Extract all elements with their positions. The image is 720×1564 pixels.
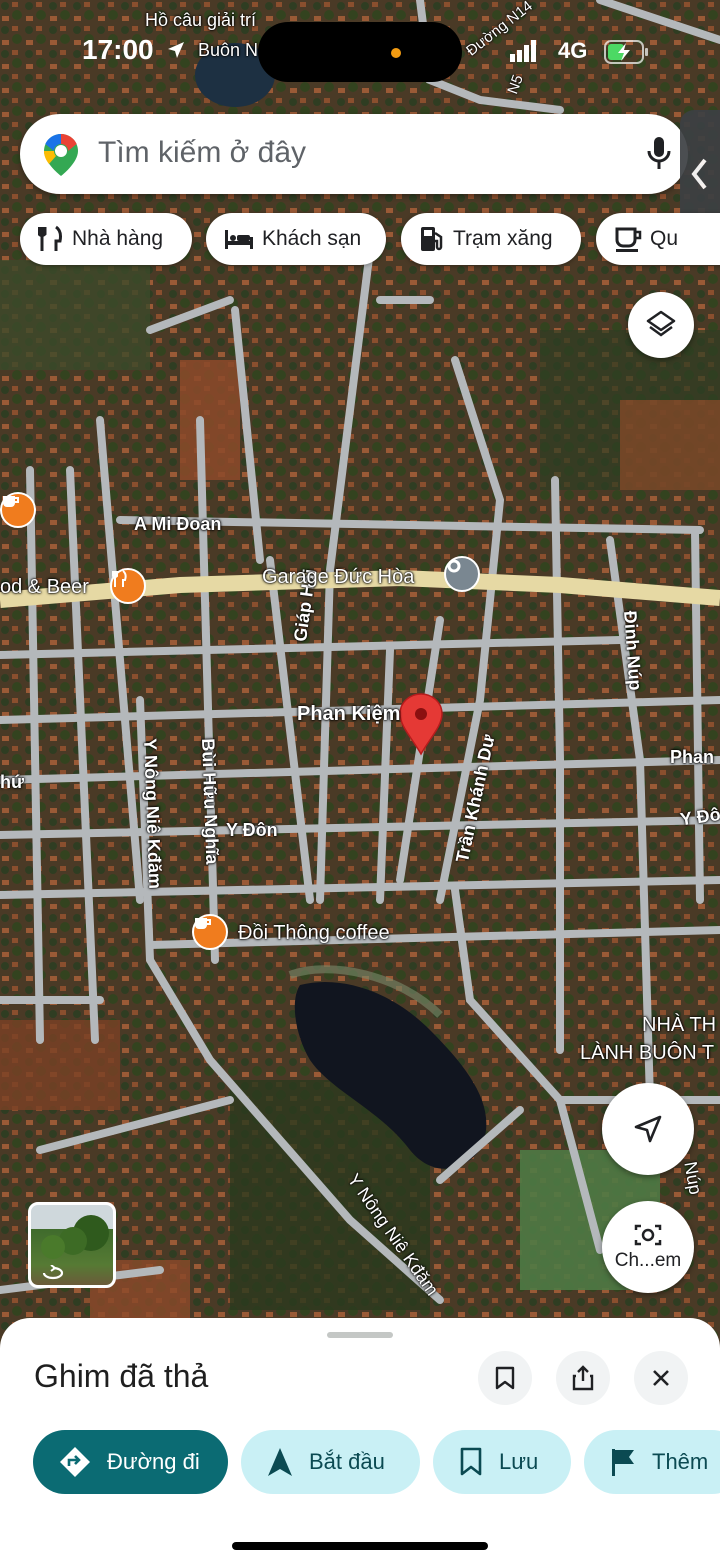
dynamic-island xyxy=(258,22,462,82)
tree-foliage-image xyxy=(41,1215,109,1259)
flag-icon xyxy=(612,1449,634,1476)
coffee-icon xyxy=(615,227,642,252)
network-type: 4G xyxy=(558,38,588,63)
directions-label: Đường đi xyxy=(107,1449,200,1474)
sheet-title: Ghim đã thả xyxy=(34,1358,209,1394)
start-button[interactable]: Bắt đầu xyxy=(241,1430,420,1494)
restaurant-icon xyxy=(38,225,62,251)
chip-hotels[interactable]: Khách sạn xyxy=(206,213,386,265)
poi-label-school-line1[interactable]: NHÀ TH xyxy=(642,1014,716,1037)
poi-label-garage[interactable]: Garage Đức Hòa xyxy=(262,566,414,589)
signal-icon xyxy=(510,40,536,62)
bookmark-outline-icon xyxy=(495,1366,515,1390)
directions-icon xyxy=(60,1447,90,1477)
chip-cafes[interactable]: Qu xyxy=(596,213,720,265)
save-button[interactable]: Lưu xyxy=(433,1430,571,1494)
status-time: 17:00 xyxy=(82,34,154,65)
my-location-button[interactable] xyxy=(602,1083,694,1175)
privacy-indicator-dot xyxy=(391,48,401,58)
street-label-y-don: Y Đôn xyxy=(226,820,278,840)
navigation-arrow-icon xyxy=(634,1115,662,1143)
layers-icon xyxy=(646,310,676,337)
cafe-poi-icon[interactable] xyxy=(0,492,36,528)
coffee-poi-icon[interactable] xyxy=(192,914,228,950)
chip-gas-stations-label: Trạm xăng xyxy=(453,227,553,250)
chip-gas-stations[interactable]: Trạm xăng xyxy=(401,213,581,265)
share-icon xyxy=(572,1365,594,1391)
street-label-phan-kiem: Phan Kiệm xyxy=(297,703,401,725)
microphone-icon[interactable] xyxy=(646,136,672,172)
status-bar: 17:00 4G xyxy=(0,0,720,100)
poi-label-food-beer[interactable]: od & Beer xyxy=(0,576,89,599)
rotate-360-icon xyxy=(42,1265,64,1280)
share-button[interactable] xyxy=(556,1351,610,1405)
directions-button[interactable]: Đường đi xyxy=(33,1430,228,1494)
save-icon-button[interactable] xyxy=(478,1351,532,1405)
home-indicator[interactable] xyxy=(232,1542,488,1550)
sheet-drag-handle[interactable] xyxy=(327,1332,393,1338)
close-icon xyxy=(653,1370,669,1386)
chip-cafes-label: Qu xyxy=(650,227,679,250)
street-label-phan-right: Phan xyxy=(670,747,715,767)
place-poi-icon[interactable] xyxy=(444,556,480,592)
place-bottom-sheet[interactable]: Ghim đã thả Đường đi Bắt đầu Lưu Thêm xyxy=(0,1318,720,1564)
search-bar[interactable]: Tìm kiếm ở đây xyxy=(20,114,688,194)
location-arrow-icon xyxy=(168,42,184,58)
chip-restaurants[interactable]: Nhà hàng xyxy=(20,213,192,265)
more-button[interactable]: Thêm xyxy=(584,1430,720,1494)
restaurant-poi-icon[interactable] xyxy=(110,568,146,604)
camera-lens-icon xyxy=(634,1224,662,1246)
poi-label-doi-thong-coffee[interactable]: Đồi Thông coffee xyxy=(238,922,390,945)
google-maps-logo-icon xyxy=(44,134,78,176)
gas-station-icon xyxy=(421,227,443,251)
more-label: Thêm xyxy=(652,1449,709,1474)
save-label: Lưu xyxy=(499,1449,539,1474)
start-label: Bắt đầu xyxy=(309,1449,385,1474)
chip-hotels-label: Khách sạn xyxy=(262,227,362,250)
chip-restaurants-label: Nhà hàng xyxy=(72,227,164,250)
street-view-thumbnail[interactable] xyxy=(28,1202,116,1288)
bookmark-icon xyxy=(460,1447,482,1476)
layers-button[interactable] xyxy=(628,292,694,358)
street-label-bui-huu-nghia: Bùi Hữu Nghĩa xyxy=(198,738,223,865)
search-input[interactable]: Tìm kiếm ở đây xyxy=(98,136,306,170)
lens-button[interactable]: Ch...em xyxy=(602,1201,694,1293)
close-button[interactable] xyxy=(634,1351,688,1405)
battery-charging-icon xyxy=(604,40,648,64)
poi-label-school-line2[interactable]: LÀNH BUÔN T xyxy=(580,1042,714,1065)
street-label-chu: hứ xyxy=(0,772,25,792)
chevron-left-icon xyxy=(691,158,707,190)
navigation-icon xyxy=(268,1448,292,1476)
street-label-a-mi-doan: A Mi Đoan xyxy=(134,514,222,534)
lens-button-label: Ch...em xyxy=(614,1250,682,1271)
bed-icon xyxy=(225,230,253,249)
